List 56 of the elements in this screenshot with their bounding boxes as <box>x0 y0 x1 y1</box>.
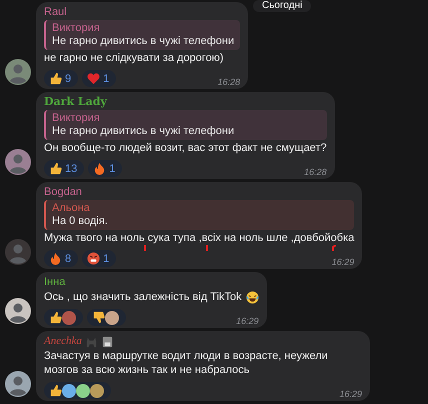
date-header: Сьогодні <box>253 0 312 12</box>
reaction-count: 13 <box>65 162 78 174</box>
sender-name[interactable]: Інна <box>44 275 66 289</box>
angry-face-icon <box>87 252 100 265</box>
heart-icon <box>87 72 100 85</box>
thumbs-up-icon <box>49 162 62 175</box>
avatar-icon[interactable] <box>5 298 31 324</box>
sender-name[interactable]: Bogdan <box>44 185 82 199</box>
reaction-count: 1 <box>109 162 116 174</box>
message-time: 16:29 <box>338 389 362 399</box>
reaction-chip[interactable]: 8 <box>44 250 78 267</box>
avatar-icon[interactable] <box>5 59 31 85</box>
avatar-icon[interactable] <box>5 149 31 175</box>
message-text: Он вообще-то людей возит, вас этот факт не смущает? <box>44 141 327 155</box>
reaction-count: 9 <box>65 72 72 84</box>
reply-quote[interactable]: Виктория Не гарно дивитись в чужі телефони <box>44 20 240 50</box>
avatar-icon[interactable] <box>5 371 31 397</box>
reaction-chip[interactable] <box>87 309 126 326</box>
reply-quote[interactable]: Виктория Не гарно дивитись в чужі телефони <box>44 110 327 140</box>
reaction-chip[interactable] <box>44 309 83 326</box>
sender-name[interactable]: Dark Lady <box>44 95 107 109</box>
sender-name[interactable]: Raul <box>44 5 67 19</box>
sticker-icon <box>100 334 114 348</box>
reaction-count: 1 <box>103 72 110 84</box>
message-text: Ось , що значить залежність від TikTok <box>44 290 242 304</box>
reaction-chip[interactable]: 9 <box>44 70 78 87</box>
message-text: Мужа твого на ноль сука тупа ,всіх на ноль шле ,довбойобка <box>44 231 354 245</box>
thumbs-up-icon <box>49 311 62 324</box>
scribble-mark <box>332 245 336 251</box>
thumbs-up-icon <box>49 72 62 85</box>
reaction-count: 8 <box>65 252 72 264</box>
reaction-chip[interactable]: 1 <box>88 160 122 177</box>
reply-text: Не гарно дивитись в чужі телефони <box>52 125 236 138</box>
message-text: Зачастуя в маршрутке водит люди в возрасте, неужели мозгов за всю жизнь так и не набралось <box>44 349 329 377</box>
thumbs-down-icon <box>92 311 105 324</box>
reply-author: Виктория <box>52 22 101 35</box>
reply-author: Виктория <box>52 112 101 125</box>
reaction-chip[interactable] <box>44 382 111 399</box>
reply-author: Альона <box>52 202 91 215</box>
reaction-count: 1 <box>103 252 110 264</box>
message-time: 16:28 <box>216 77 240 87</box>
message-text: не гарно не слідкувати за дорогою) <box>44 51 224 65</box>
reaction-chip[interactable]: 13 <box>44 160 84 177</box>
message-time: 16:28 <box>303 167 327 177</box>
fire-icon <box>49 252 62 265</box>
sender-name[interactable]: Anechka <box>44 334 82 348</box>
thumbs-up-icon <box>49 384 62 397</box>
reply-quote[interactable]: Альона На 0 водія. <box>44 200 354 230</box>
message-time: 16:29 <box>235 316 259 326</box>
reply-text: Не гарно дивитись в чужі телефони <box>52 35 234 48</box>
reply-text: На 0 водія. <box>52 215 109 228</box>
scribble-mark <box>206 245 210 251</box>
message-time: 16:29 <box>330 257 354 267</box>
reaction-chip[interactable]: 1 <box>82 70 116 87</box>
reaction-chip[interactable]: 1 <box>82 250 116 267</box>
fire-icon <box>93 162 106 175</box>
